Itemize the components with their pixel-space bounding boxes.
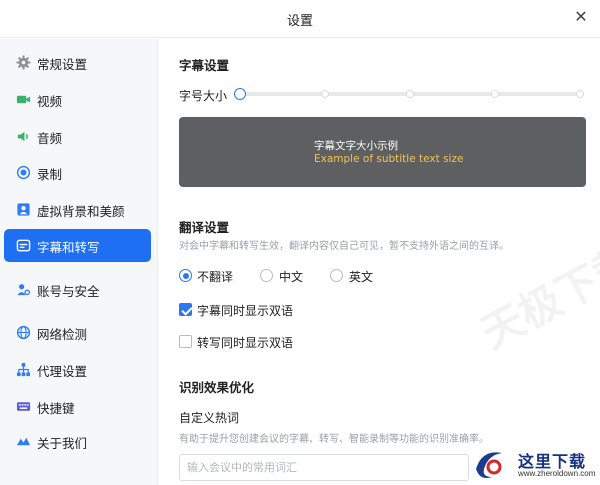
subtitle-preview: 字幕文字大小示例 Example of subtitle text size xyxy=(179,117,586,187)
recognition-section-title: 识别效果优化 xyxy=(179,380,255,395)
radio-chinese[interactable] xyxy=(260,269,273,282)
sidebar-item-network[interactable]: 网络检测 xyxy=(4,316,151,349)
checkbox-label: 转写同时显示双语 xyxy=(197,336,294,350)
sidebar-item-shortcuts[interactable]: 快捷键 xyxy=(4,390,151,423)
subtitle-section-title: 字幕设置 xyxy=(179,58,230,73)
globe-icon xyxy=(16,325,31,340)
proxy-icon xyxy=(16,362,31,377)
slider-tick xyxy=(491,90,499,98)
title-bar: 设置 ✕ xyxy=(0,0,600,38)
about-icon xyxy=(16,437,31,446)
checkbox-label: 字幕同时显示双语 xyxy=(197,304,294,318)
hotword-label: 自定义热词 xyxy=(179,411,240,425)
hotword-input-field[interactable] xyxy=(180,455,468,480)
sidebar-item-label: 快捷键 xyxy=(37,401,75,416)
settings-content: 天极下载站 字幕设置 字号大小 字幕文字大小示例 Example of subt… xyxy=(159,39,600,485)
font-size-slider[interactable] xyxy=(239,90,584,98)
account-icon xyxy=(17,284,31,296)
font-size-slider-thumb[interactable] xyxy=(234,88,246,100)
sidebar-item-label: 音频 xyxy=(37,131,63,146)
translation-section-title: 翻译设置 xyxy=(179,220,230,235)
keyboard-icon xyxy=(16,402,31,411)
checkbox-subtitle-bilingual[interactable] xyxy=(179,303,192,316)
hotword-input[interactable] xyxy=(179,454,469,481)
sidebar-item-label: 常规设置 xyxy=(37,57,88,72)
subtitle-icon xyxy=(16,239,31,252)
sidebar-item-virtual-background[interactable]: 虚拟背景和美颜 xyxy=(4,193,151,226)
settings-window: 设置 ✕ 常规设置 视频 音频 录制 虚拟背景和美颜 字幕和转写 账号与安全 网… xyxy=(0,0,600,485)
window-title: 设置 xyxy=(286,14,313,29)
preview-text-cn: 字幕文字大小示例 xyxy=(314,140,398,152)
gear-icon xyxy=(16,55,31,70)
slider-tick xyxy=(321,90,329,98)
sidebar-item-label: 网络检测 xyxy=(37,327,88,342)
sidebar-item-label: 代理设置 xyxy=(37,364,88,379)
sidebar-item-label: 录制 xyxy=(37,167,63,182)
portrait-icon xyxy=(17,203,30,216)
sidebar-item-label: 虚拟背景和美颜 xyxy=(37,204,125,219)
radio-no-translate[interactable] xyxy=(179,269,192,282)
sidebar-item-label: 字幕和转写 xyxy=(37,240,100,255)
close-icon[interactable]: ✕ xyxy=(572,8,590,26)
sidebar-item-general[interactable]: 常规设置 xyxy=(4,46,151,79)
sidebar-item-label: 账号与安全 xyxy=(37,284,100,299)
radio-label: 英文 xyxy=(349,270,374,284)
sidebar-item-account[interactable]: 账号与安全 xyxy=(4,273,151,306)
video-icon xyxy=(16,95,31,104)
radio-english[interactable] xyxy=(330,269,343,282)
radio-label: 不翻译 xyxy=(197,270,234,284)
slider-tick xyxy=(576,90,584,98)
font-size-label: 字号大小 xyxy=(179,89,228,103)
settings-sidebar: 常规设置 视频 音频 录制 虚拟背景和美颜 字幕和转写 账号与安全 网络检测 代… xyxy=(0,39,158,485)
record-icon xyxy=(16,165,31,180)
watermark-text: 天极下载站 xyxy=(473,216,600,359)
hotword-note: 有助于提升您创建会议的字幕、转写、智能录制等功能的识别准确率。 xyxy=(179,434,489,445)
sidebar-item-about[interactable]: 关于我们 xyxy=(4,425,151,458)
slider-tick xyxy=(406,90,414,98)
radio-label: 中文 xyxy=(279,270,304,284)
sidebar-item-video[interactable]: 视频 xyxy=(4,83,151,116)
sidebar-item-proxy[interactable]: 代理设置 xyxy=(4,353,151,386)
checkbox-transcript-bilingual[interactable] xyxy=(179,335,192,348)
translation-note: 对会中字幕和转写生效，翻译内容仅自己可见，暂不支持外语之间的互译。 xyxy=(179,241,509,252)
sidebar-item-audio[interactable]: 音频 xyxy=(4,120,151,153)
sidebar-item-record[interactable]: 录制 xyxy=(4,156,151,189)
sidebar-item-label: 关于我们 xyxy=(37,436,88,451)
preview-text-en: Example of subtitle text size xyxy=(314,153,464,165)
speaker-icon xyxy=(17,131,28,142)
sidebar-item-label: 视频 xyxy=(37,94,63,109)
sidebar-item-subtitles[interactable]: 字幕和转写 xyxy=(4,229,151,262)
